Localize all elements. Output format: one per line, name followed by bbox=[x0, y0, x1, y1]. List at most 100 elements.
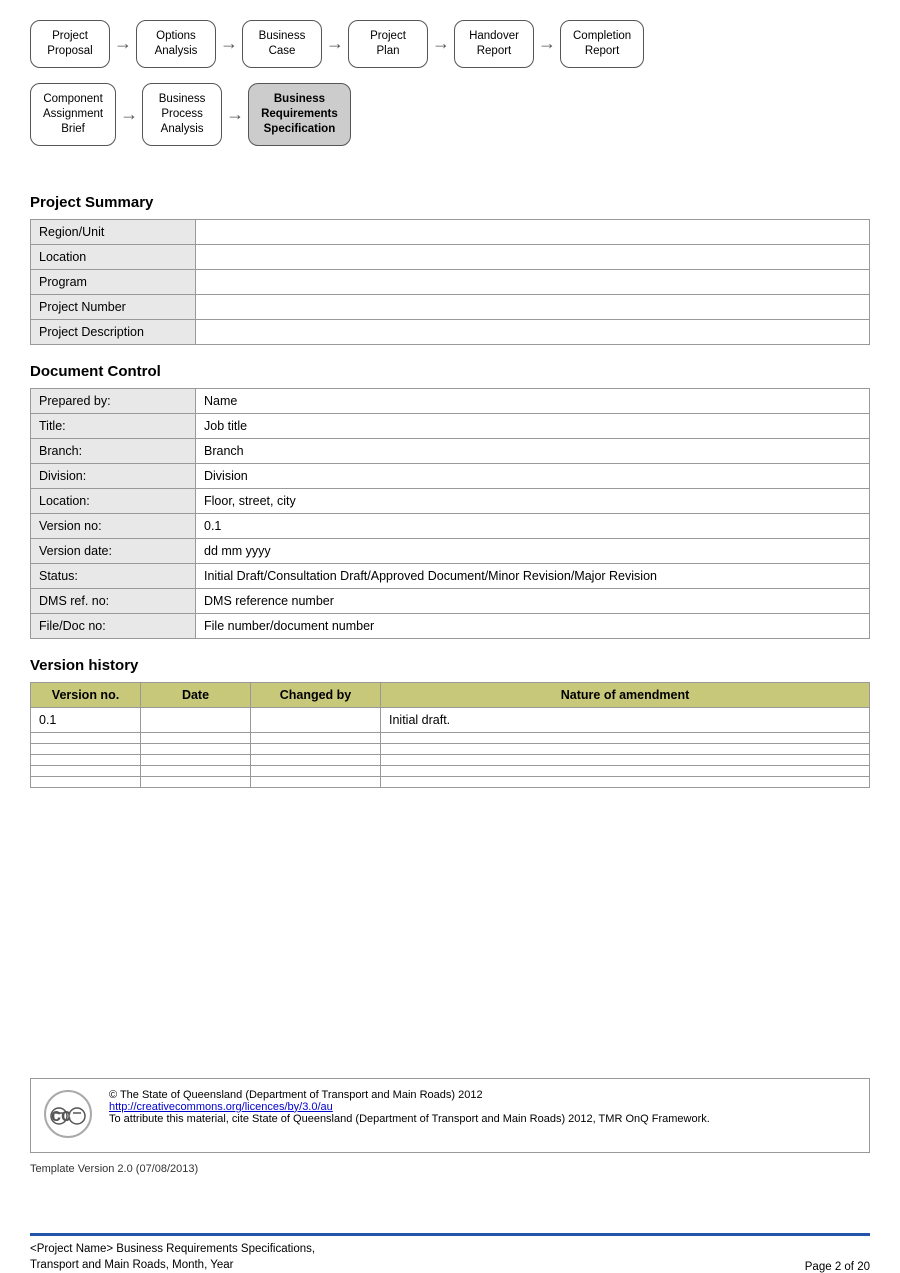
flow-box-project-plan: ProjectPlan bbox=[348, 20, 428, 68]
table-row: Version no: 0.1 bbox=[31, 513, 870, 538]
value-division: Division bbox=[196, 463, 870, 488]
changed-by-cell bbox=[251, 754, 381, 765]
header-date: Date bbox=[141, 682, 251, 707]
version-cell bbox=[31, 754, 141, 765]
label-division: Division: bbox=[31, 463, 196, 488]
bottom-line2: Transport and Main Roads, Month, Year bbox=[30, 1257, 315, 1273]
label-dms-ref: DMS ref. no: bbox=[31, 588, 196, 613]
nature-cell: Initial draft. bbox=[381, 707, 870, 732]
flow-box-handover-report: HandoverReport bbox=[454, 20, 534, 68]
flow-diagram-1: ProjectProposal OptionsAnalysis Business… bbox=[0, 0, 900, 78]
flow-arrow-5 bbox=[534, 33, 560, 54]
template-version: Template Version 2.0 (07/08/2013) bbox=[30, 1163, 870, 1175]
label-program: Program bbox=[31, 269, 196, 294]
label-region: Region/Unit bbox=[31, 219, 196, 244]
changed-by-cell bbox=[251, 776, 381, 787]
date-cell bbox=[141, 707, 251, 732]
label-location-ps: Location bbox=[31, 244, 196, 269]
nature-cell bbox=[381, 754, 870, 765]
value-location-dc: Floor, street, city bbox=[196, 488, 870, 513]
flow-arrow-4 bbox=[428, 33, 454, 54]
table-row: Location: Floor, street, city bbox=[31, 488, 870, 513]
flow-arrow-6 bbox=[116, 104, 142, 125]
cc-logo-icon: cc bbox=[43, 1089, 93, 1139]
flow-row-2: ComponentAssignmentBrief BusinessProcess… bbox=[30, 83, 870, 146]
table-row: DMS ref. no: DMS reference number bbox=[31, 588, 870, 613]
flow-box-business-requirements: BusinessRequirementsSpecification bbox=[248, 83, 351, 146]
flow-box-project-proposal: ProjectProposal bbox=[30, 20, 110, 68]
label-branch: Branch: bbox=[31, 438, 196, 463]
version-cell bbox=[31, 743, 141, 754]
changed-by-cell bbox=[251, 707, 381, 732]
version-cell bbox=[31, 732, 141, 743]
version-cell: 0.1 bbox=[31, 707, 141, 732]
value-file-doc: File number/document number bbox=[196, 613, 870, 638]
flow-arrow-2 bbox=[216, 33, 242, 54]
bottom-bar: <Project Name> Business Requirements Spe… bbox=[30, 1233, 870, 1273]
main-content: Project Summary Region/Unit Location Pro… bbox=[0, 166, 900, 1060]
label-location-dc: Location: bbox=[31, 488, 196, 513]
table-row: Location bbox=[31, 244, 870, 269]
date-cell bbox=[141, 743, 251, 754]
table-row: Prepared by: Name bbox=[31, 388, 870, 413]
table-row bbox=[31, 776, 870, 787]
value-region bbox=[196, 219, 870, 244]
date-cell bbox=[141, 776, 251, 787]
footer-text-area: © The State of Queensland (Department of… bbox=[109, 1089, 857, 1125]
table-row: File/Doc no: File number/document number bbox=[31, 613, 870, 638]
nature-cell bbox=[381, 776, 870, 787]
flow-arrow-3 bbox=[322, 33, 348, 54]
version-history-title: Version history bbox=[30, 657, 870, 674]
date-cell bbox=[141, 754, 251, 765]
version-cell bbox=[31, 776, 141, 787]
table-row: Project Description bbox=[31, 319, 870, 344]
flow-box-business-case: BusinessCase bbox=[242, 20, 322, 68]
value-version-no: 0.1 bbox=[196, 513, 870, 538]
flow-box-component-assignment: ComponentAssignmentBrief bbox=[30, 83, 116, 146]
nature-cell bbox=[381, 743, 870, 754]
cc-link[interactable]: http://creativecommons.org/licences/by/3… bbox=[109, 1101, 333, 1113]
value-version-date: dd mm yyyy bbox=[196, 538, 870, 563]
value-program bbox=[196, 269, 870, 294]
changed-by-cell bbox=[251, 765, 381, 776]
date-cell bbox=[141, 765, 251, 776]
table-row bbox=[31, 765, 870, 776]
value-title: Job title bbox=[196, 413, 870, 438]
label-version-no: Version no: bbox=[31, 513, 196, 538]
value-project-number bbox=[196, 294, 870, 319]
nature-cell bbox=[381, 765, 870, 776]
table-row: Region/Unit bbox=[31, 219, 870, 244]
bottom-area: <Project Name> Business Requirements Spe… bbox=[0, 1183, 900, 1273]
label-prepared-by: Prepared by: bbox=[31, 388, 196, 413]
bottom-line1: <Project Name> Business Requirements Spe… bbox=[30, 1241, 315, 1257]
flow-diagram-2: ComponentAssignmentBrief BusinessProcess… bbox=[0, 78, 900, 166]
document-control-title: Document Control bbox=[30, 363, 870, 380]
header-version-no: Version no. bbox=[31, 682, 141, 707]
value-branch: Branch bbox=[196, 438, 870, 463]
page: ProjectProposal OptionsAnalysis Business… bbox=[0, 0, 900, 1273]
footer-box: cc © The State of Queensland (Department… bbox=[30, 1078, 870, 1153]
version-cell bbox=[31, 765, 141, 776]
project-summary-title: Project Summary bbox=[30, 194, 870, 211]
table-row bbox=[31, 743, 870, 754]
attribution-text: To attribute this material, cite State o… bbox=[109, 1113, 857, 1125]
project-summary-table: Region/Unit Location Program Project Num… bbox=[30, 219, 870, 345]
document-control-table: Prepared by: Name Title: Job title Branc… bbox=[30, 388, 870, 639]
table-row bbox=[31, 732, 870, 743]
table-row: Branch: Branch bbox=[31, 438, 870, 463]
table-row: Program bbox=[31, 269, 870, 294]
table-row: Status: Initial Draft/Consultation Draft… bbox=[31, 563, 870, 588]
label-project-number: Project Number bbox=[31, 294, 196, 319]
flow-row-1: ProjectProposal OptionsAnalysis Business… bbox=[30, 20, 870, 68]
changed-by-cell bbox=[251, 743, 381, 754]
label-project-description: Project Description bbox=[31, 319, 196, 344]
flow-box-options-analysis: OptionsAnalysis bbox=[136, 20, 216, 68]
table-header-row: Version no. Date Changed by Nature of am… bbox=[31, 682, 870, 707]
table-row: Version date: dd mm yyyy bbox=[31, 538, 870, 563]
changed-by-cell bbox=[251, 732, 381, 743]
table-row bbox=[31, 754, 870, 765]
flow-box-business-process: BusinessProcessAnalysis bbox=[142, 83, 222, 146]
value-dms-ref: DMS reference number bbox=[196, 588, 870, 613]
flow-box-completion-report: CompletionReport bbox=[560, 20, 644, 68]
value-status: Initial Draft/Consultation Draft/Approve… bbox=[196, 563, 870, 588]
